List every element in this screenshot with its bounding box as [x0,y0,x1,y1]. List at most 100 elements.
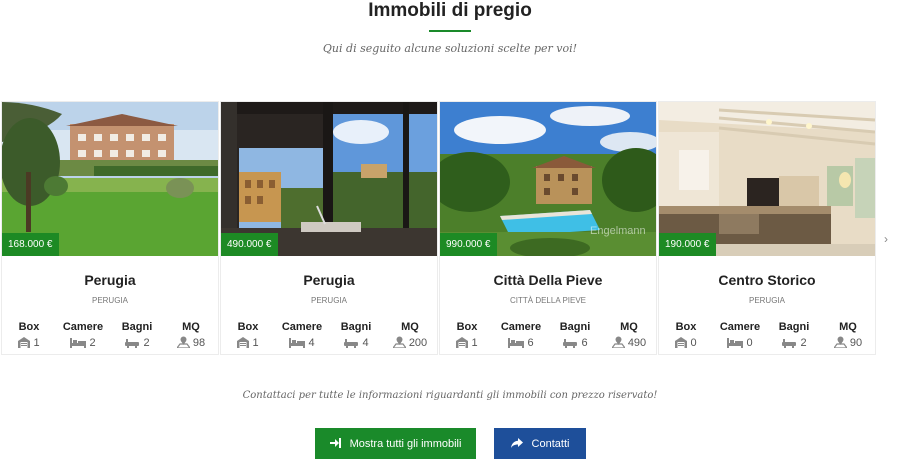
bed-icon [727,338,744,348]
share-arrow-icon [510,430,523,461]
area-map-icon [610,336,627,349]
feature-label: Camere [719,321,761,333]
property-name[interactable]: Città Della Pieve [440,272,656,288]
feature-bagni: Bagni 2 [110,320,164,350]
feature-mq: MQ 200 [383,320,437,350]
feature-camere: Camere 6 [494,320,548,350]
feature-mq: MQ 490 [602,320,656,350]
feature-label: Box [18,321,40,333]
property-features: Box 1 Camere 2 Bagni 2 MQ 98 [2,320,218,360]
property-name[interactable]: Perugia [2,272,218,288]
svg-text:Engelmann: Engelmann [590,225,646,237]
feature-box: Box 0 [659,320,713,350]
property-name[interactable]: Perugia [221,272,437,288]
chevron-right-icon[interactable]: › [884,232,888,246]
garage-icon [456,337,469,348]
feature-value: 90 [849,337,863,349]
property-features: Box 1 Camere 4 Bagni 4 MQ 200 [221,320,437,360]
bathtub-icon [563,339,578,348]
feature-label: Camere [62,321,104,333]
property-town: PERUGIA [748,296,785,305]
feature-label: Bagni [778,321,810,333]
garage-icon [675,337,688,348]
feature-camere: Camere 0 [713,320,767,350]
property-features: Box 1 Camere 6 Bagni 6 MQ 490 [440,320,656,360]
property-town: PERUGIA [91,296,128,305]
feature-label: MQ [839,321,857,333]
show-all-properties-button[interactable]: Mostra tutti gli immobili [315,428,476,459]
sign-in-icon [329,430,341,461]
feature-bagni: Bagni 6 [548,320,602,350]
feature-value: 2 [89,337,96,349]
feature-label: Bagni [121,321,153,333]
bed-icon [70,338,87,348]
feature-value: 0 [746,337,753,349]
feature-value: 0 [690,337,697,349]
feature-label: Camere [281,321,323,333]
property-photo[interactable]: 190.000 € [659,102,875,256]
feature-value: 4 [308,337,315,349]
feature-value: 200 [408,337,428,349]
price-badge: 490.000 € [221,233,278,256]
price-badge: 190.000 € [659,233,716,256]
feature-box: Box 1 [221,320,275,350]
property-card[interactable]: 190.000 € Centro Storico PERUGIA Box 0 C… [658,101,876,355]
show-all-label: Mostra tutti gli immobili [349,438,462,450]
feature-label: Camere [500,321,542,333]
feature-value: 490 [627,337,647,349]
feature-mq: MQ 98 [164,320,218,350]
contact-note: Contattaci per tutte le informazioni rig… [242,390,658,401]
feature-mq: MQ 90 [821,320,875,350]
area-map-icon [175,336,192,349]
property-card[interactable]: 168.000 € Perugia PERUGIA Box 1 Camere 2… [1,101,219,355]
feature-value: 6 [527,337,534,349]
contact-label: Contatti [531,438,570,450]
section-subtitle: Qui di seguito alcune soluzioni scelte p… [322,42,578,55]
feature-box: Box 1 [2,320,56,350]
bathtub-icon [125,339,140,348]
property-carousel: 168.000 € Perugia PERUGIA Box 1 Camere 2… [1,101,878,355]
title-underline [429,30,471,32]
property-card[interactable]: 490.000 € Perugia PERUGIA Box 1 Camere 4… [220,101,438,355]
property-photo[interactable]: 490.000 € [221,102,437,256]
property-town: CITTÀ DELLA PIEVE [509,296,587,305]
feature-value: 1 [471,337,478,349]
feature-camere: Camere 4 [275,320,329,350]
price-badge: 990.000 € [440,233,497,256]
feature-label: Box [456,321,478,333]
feature-label: Bagni [340,321,372,333]
area-map-icon [832,336,849,349]
area-map-icon [391,336,408,349]
property-name[interactable]: Centro Storico [659,272,875,288]
garage-icon [18,337,31,348]
bathtub-icon [344,339,359,348]
bathtub-icon [782,339,797,348]
bed-icon [289,338,306,348]
feature-value: 4 [362,337,369,349]
feature-value: 6 [581,337,588,349]
section-title: Immobili di pregio [368,0,532,21]
feature-value: 2 [800,337,807,349]
feature-box: Box 1 [440,320,494,350]
feature-label: MQ [182,321,200,333]
feature-camere: Camere 2 [56,320,110,350]
feature-bagni: Bagni 2 [767,320,821,350]
feature-label: Bagni [559,321,591,333]
price-badge: 168.000 € [2,233,59,256]
garage-icon [237,337,250,348]
property-photo[interactable]: Engelmann 990.000 € [440,102,656,256]
feature-value: 1 [252,337,259,349]
property-town: PERUGIA [310,296,347,305]
property-photo[interactable]: 168.000 € [2,102,218,256]
feature-value: 2 [143,337,150,349]
bed-icon [508,338,525,348]
feature-value: 98 [192,337,206,349]
feature-label: MQ [401,321,419,333]
contact-button[interactable]: Contatti [494,428,586,459]
feature-value: 1 [33,337,40,349]
property-card[interactable]: Engelmann 990.000 € Città Della Pieve CI… [439,101,657,355]
feature-label: MQ [620,321,638,333]
feature-bagni: Bagni 4 [329,320,383,350]
property-features: Box 0 Camere 0 Bagni 2 MQ 90 [659,320,875,360]
feature-label: Box [237,321,259,333]
